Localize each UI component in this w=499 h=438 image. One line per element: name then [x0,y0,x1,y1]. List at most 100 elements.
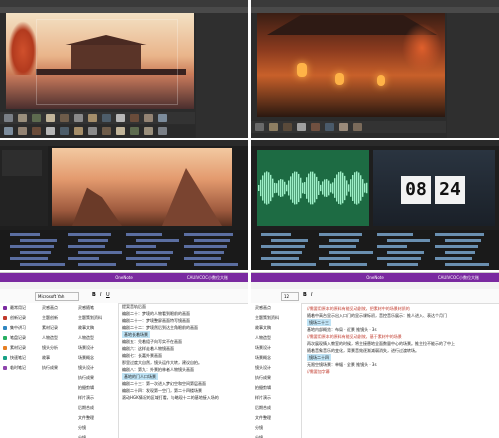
timeline-clip[interactable] [136,251,173,254]
timeline-clip[interactable] [68,233,111,236]
user-name[interactable]: CAUIVCOC小数位大账 [438,273,479,282]
timeline-clip[interactable] [329,263,367,266]
page-item[interactable]: 分镜 [74,433,118,438]
material-swatch[interactable] [88,114,97,122]
material-row-2[interactable] [0,125,195,137]
material-row[interactable] [0,112,195,124]
timeline-clip[interactable] [126,245,156,248]
material-swatch[interactable] [325,123,334,131]
page-item[interactable]: 文件整理 [74,413,118,423]
timeline-clip[interactable] [126,257,170,260]
timeline-clip[interactable] [20,263,65,266]
timeline-clip[interactable] [68,257,99,260]
section-item[interactable]: 场景设计 [251,343,301,353]
section-item[interactable]: 灵感画点 [251,303,301,313]
timeline-clip[interactable] [184,257,221,260]
timeline-clip[interactable] [78,239,108,242]
timeline-clip[interactable] [194,251,224,254]
timeline-clip[interactable] [445,239,481,242]
timeline-clip[interactable] [261,245,305,248]
timeline-clip[interactable] [10,233,40,236]
page-item[interactable]: 场景设计 [74,343,118,353]
material-swatch[interactable] [353,123,362,131]
section-item[interactable]: 场景概念 [251,353,301,363]
page-item[interactable]: 灵感随笔 [74,303,118,313]
section-item[interactable]: 人物造型 [38,333,74,343]
program-monitor[interactable]: 08 24 [373,150,495,226]
section-item[interactable]: 执行成果 [251,373,301,383]
timeline-clip[interactable] [377,245,407,248]
section-item[interactable]: 样片演示 [251,393,301,403]
notebook-item[interactable]: 笔盘记录 [0,333,38,343]
material-swatch[interactable] [32,127,41,135]
material-swatch[interactable] [144,127,153,135]
timeline-clip[interactable] [10,245,54,248]
timeline[interactable] [251,230,499,270]
material-swatch[interactable] [255,123,264,131]
section-item[interactable]: 镜头设计 [251,363,301,373]
timeline-clip[interactable] [377,257,421,260]
section-item[interactable]: 拍摄剪辑 [251,383,301,393]
timeline-clip[interactable] [445,263,489,266]
notebook-item[interactable]: 素材记录 [0,343,38,353]
program-monitor[interactable] [52,148,232,226]
note-content[interactable]: //需要用原本的原料有能见动剧效，把素材中的场景材质的 随着中高台显示出入口门的显… [307,305,499,438]
notebook-item[interactable]: 快速笔记 [0,353,38,363]
section-item[interactable]: 分镜 [251,423,301,433]
user-name[interactable]: CAUIVCOC小数位大账 [187,273,228,282]
timeline-clip[interactable] [445,251,475,254]
section-item[interactable]: 执行成果 [38,363,74,373]
timeline-clip[interactable] [319,233,362,236]
menu-bar[interactable] [251,140,499,146]
timeline-clip[interactable] [78,251,122,254]
timeline-clip[interactable] [184,233,233,236]
timeline-clip[interactable] [20,239,57,242]
timeline-clip[interactable] [68,245,105,248]
material-swatch[interactable] [18,114,27,122]
material-swatch[interactable] [158,114,167,122]
material-swatch[interactable] [297,123,306,131]
page-item[interactable]: 执行成果 [74,373,118,383]
timeline-clip[interactable] [329,239,359,242]
attribute-panel[interactable] [447,13,499,138]
material-swatch[interactable] [158,127,167,135]
section-item[interactable]: 人物造型 [251,333,301,343]
material-swatch[interactable] [311,123,320,131]
timeline-clip[interactable] [387,263,418,266]
section-item[interactable]: 主题创新 [38,313,74,323]
material-swatch[interactable] [88,127,97,135]
viewport[interactable] [6,13,194,109]
page-item[interactable]: 拍摄剪辑 [74,383,118,393]
note-content[interactable]: 提案音轨后面 编剧二十：梦境的人物看到眼前的画面 编剧二十一：梦境整屏画面特写镜画面… [122,303,248,438]
material-swatch[interactable] [18,127,27,135]
page-item[interactable]: 主题策划资料 [74,313,118,323]
menu-bar[interactable] [251,0,499,7]
material-swatch[interactable] [130,127,139,135]
italic-button[interactable]: I [311,292,312,298]
material-swatch[interactable] [74,114,83,122]
notebook-item[interactable]: 临时笔记 [0,363,38,373]
italic-button[interactable]: I [100,292,101,298]
page-item[interactable]: 场景概念 [74,353,118,363]
timeline-clip[interactable] [329,251,373,254]
bold-button[interactable]: B [303,292,307,298]
page-item[interactable]: 镜头设计 [74,363,118,373]
material-swatch[interactable] [102,114,111,122]
timeline-clip[interactable] [10,257,48,260]
section-item[interactable]: 后期合成 [251,403,301,413]
underline-button[interactable]: U [106,292,110,298]
timeline-clip[interactable] [271,239,308,242]
material-swatch[interactable] [339,123,348,131]
material-swatch[interactable] [32,114,41,122]
menu-bar[interactable] [0,0,248,7]
timeline-clip[interactable] [271,251,302,254]
section-item[interactable]: 主题策划资料 [251,313,301,323]
material-swatch[interactable] [116,127,125,135]
material-swatch[interactable] [46,127,55,135]
page-item[interactable]: 分镜 [74,423,118,433]
page-item[interactable]: 故事文稿 [74,323,118,333]
timeline-clip[interactable] [261,257,299,260]
notebook-item[interactable]: 集中讲习 [0,323,38,333]
timeline-clip[interactable] [387,239,430,242]
viewport[interactable] [257,13,445,117]
